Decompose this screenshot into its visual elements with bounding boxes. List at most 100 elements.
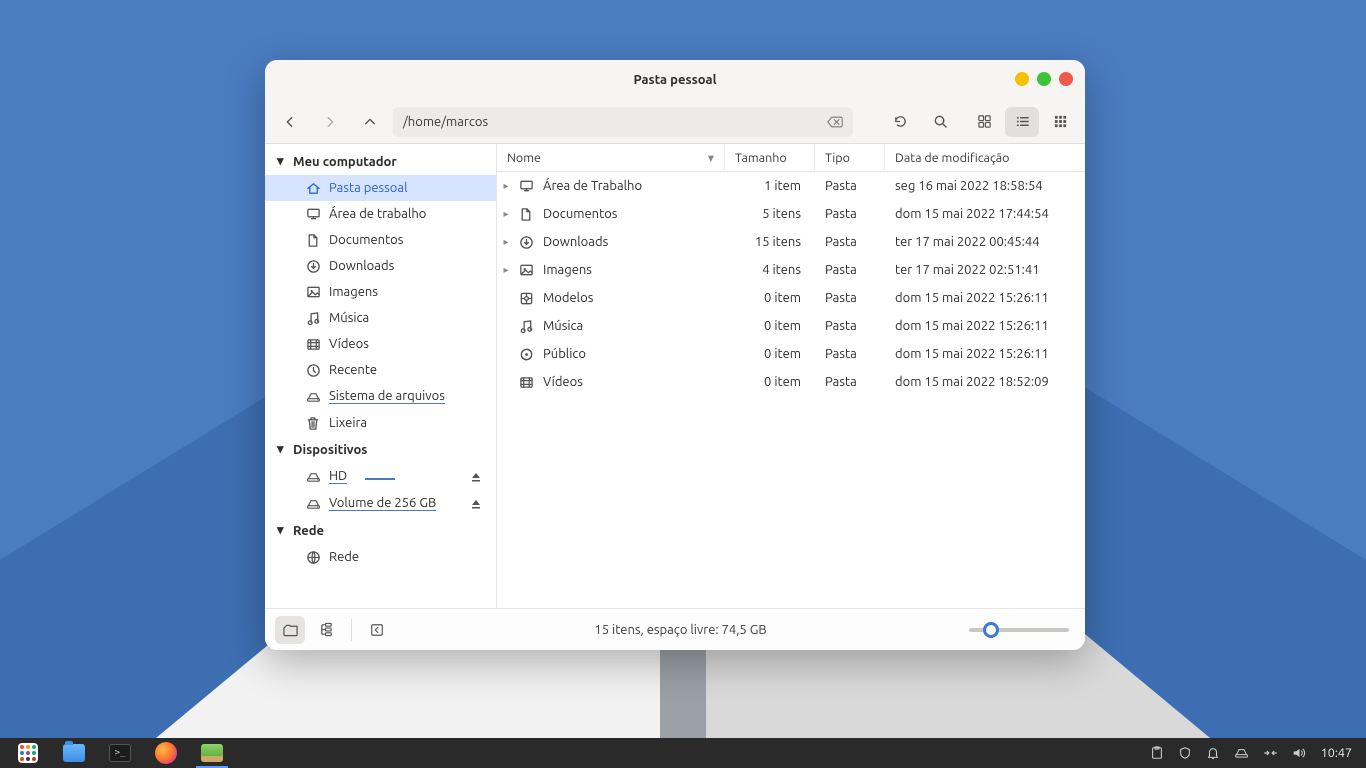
sidebar-item-music[interactable]: Música: [265, 305, 496, 331]
public-icon: [515, 347, 537, 362]
file-type: Pasta: [815, 347, 885, 361]
notifications-tray-icon[interactable]: [1206, 746, 1220, 760]
eject-icon[interactable]: [470, 498, 482, 510]
refresh-button[interactable]: [883, 107, 917, 137]
sidebar-item-label: Downloads: [329, 259, 394, 273]
file-list-pane: Nome ▾ Tamanho Tipo Data de modificação …: [497, 144, 1085, 608]
file-date: dom 15 mai 2022 15:26:11: [885, 319, 1085, 333]
taskbar-clock[interactable]: 10:47: [1321, 746, 1352, 760]
file-type: Pasta: [815, 235, 885, 249]
file-row[interactable]: Música0 itemPastadom 15 mai 2022 15:26:1…: [497, 312, 1085, 340]
music-icon: [515, 319, 537, 334]
file-type: Pasta: [815, 207, 885, 221]
column-header-date[interactable]: Data de modificação: [885, 144, 1085, 171]
applications-menu-button[interactable]: [6, 738, 50, 768]
close-button[interactable]: [1059, 72, 1073, 86]
expander-icon[interactable]: ▸: [497, 180, 515, 192]
file-size: 0 item: [725, 319, 815, 333]
sidebar-item-home[interactable]: Pasta pessoal: [265, 175, 496, 201]
sidebar-item-documents[interactable]: Documentos: [265, 227, 496, 253]
sidebar-item-videos[interactable]: Vídeos: [265, 331, 496, 357]
file-name: Público: [537, 347, 725, 361]
file-size: 0 item: [725, 375, 815, 389]
taskbar-files-button[interactable]: [52, 738, 96, 768]
tree-toggle-button[interactable]: [311, 616, 341, 644]
desktop-icon: [515, 179, 537, 193]
shield-tray-icon[interactable]: [1178, 746, 1192, 760]
videos-icon: [305, 338, 321, 351]
apps-grid-icon: [18, 743, 38, 763]
file-type: Pasta: [815, 263, 885, 277]
path-bar[interactable]: /home/marcos: [393, 107, 853, 137]
file-row[interactable]: Modelos0 itemPastadom 15 mai 2022 15:26:…: [497, 284, 1085, 312]
column-header-name[interactable]: Nome ▾: [497, 144, 725, 171]
sidebar-item-recent[interactable]: Recente: [265, 357, 496, 383]
expander-icon[interactable]: ▸: [497, 208, 515, 220]
file-row[interactable]: Público0 itemPastadom 15 mai 2022 15:26:…: [497, 340, 1085, 368]
icon-view-button[interactable]: [967, 107, 1001, 137]
titlebar[interactable]: Pasta pessoal: [265, 60, 1085, 100]
minimize-button[interactable]: [1015, 72, 1029, 86]
clipboard-tray-icon[interactable]: [1150, 746, 1164, 760]
file-row[interactable]: ▸Documentos5 itensPastadom 15 mai 2022 1…: [497, 200, 1085, 228]
window-title: Pasta pessoal: [633, 73, 716, 87]
compact-view-button[interactable]: [1043, 107, 1077, 137]
music-icon: [305, 311, 321, 326]
disk-tray-icon[interactable]: [1234, 747, 1249, 759]
taskbar-firefox-button[interactable]: [144, 738, 188, 768]
file-size: 0 item: [725, 347, 815, 361]
sidebar-device-disk[interactable]: Volume de 256 GB: [265, 490, 496, 517]
file-name: Downloads: [537, 235, 725, 249]
sidebar-item-disk[interactable]: Sistema de arquivos: [265, 383, 496, 410]
sidebar-item-label: Lixeira: [329, 416, 367, 430]
sidebar-item-desktop[interactable]: Área de trabalho: [265, 201, 496, 227]
sidebar-section-computer[interactable]: ▾ Meu computador: [265, 148, 496, 175]
zoom-slider[interactable]: [969, 628, 1069, 632]
file-date: dom 15 mai 2022 18:52:09: [885, 375, 1085, 389]
taskbar-terminal-button[interactable]: >_: [98, 738, 142, 768]
back-button[interactable]: [273, 107, 307, 137]
sidebar-device-disk[interactable]: HD: [265, 463, 496, 490]
expander-icon[interactable]: ▸: [497, 236, 515, 248]
file-date: seg 16 mai 2022 18:58:54: [885, 179, 1085, 193]
expander-icon[interactable]: ▸: [497, 264, 515, 276]
file-row[interactable]: Vídeos0 itemPastadom 15 mai 2022 18:52:0…: [497, 368, 1085, 396]
sidebar-item-trash[interactable]: Lixeira: [265, 410, 496, 436]
places-toggle-button[interactable]: [275, 616, 305, 644]
file-size: 15 itens: [725, 235, 815, 249]
taskbar-filemanager-button[interactable]: [190, 738, 234, 768]
downloads-icon: [515, 235, 537, 250]
clear-path-icon[interactable]: [827, 115, 843, 129]
sidebar-section-devices[interactable]: ▾ Dispositivos: [265, 436, 496, 463]
file-name: Área de Trabalho: [537, 179, 725, 193]
file-type: Pasta: [815, 179, 885, 193]
eject-icon[interactable]: [470, 471, 482, 483]
column-header-size[interactable]: Tamanho: [725, 144, 815, 171]
documents-icon: [515, 207, 537, 222]
sidebar-network-network[interactable]: Rede: [265, 544, 496, 570]
file-size: 1 item: [725, 179, 815, 193]
up-button[interactable]: [353, 107, 387, 137]
trash-icon: [305, 416, 321, 431]
list-view-button[interactable]: [1005, 107, 1039, 137]
sidepane-toggle-button[interactable]: [362, 616, 392, 644]
column-header-type[interactable]: Tipo: [815, 144, 885, 171]
network-tray-icon[interactable]: [1263, 747, 1278, 759]
sidebar-item-images[interactable]: Imagens: [265, 279, 496, 305]
file-row[interactable]: ▸Imagens4 itensPastater 17 mai 2022 02:5…: [497, 256, 1085, 284]
file-name: Vídeos: [537, 375, 725, 389]
toolbar: /home/marcos: [265, 100, 1085, 144]
file-type: Pasta: [815, 319, 885, 333]
volume-tray-icon[interactable]: [1292, 746, 1307, 760]
maximize-button[interactable]: [1037, 72, 1051, 86]
sidebar-item-downloads[interactable]: Downloads: [265, 253, 496, 279]
sidebar: ▾ Meu computador Pasta pessoalÁrea de tr…: [265, 144, 497, 608]
sidebar-section-network[interactable]: ▾ Rede: [265, 517, 496, 544]
home-icon: [305, 181, 321, 196]
forward-button[interactable]: [313, 107, 347, 137]
search-button[interactable]: [923, 107, 957, 137]
status-bar: 15 itens, espaço livre: 74,5 GB: [265, 608, 1085, 650]
file-row[interactable]: ▸ Área de Trabalho1 itemPastaseg 16 mai 2…: [497, 172, 1085, 200]
file-row[interactable]: ▸Downloads15 itensPastater 17 mai 2022 0…: [497, 228, 1085, 256]
file-date: dom 15 mai 2022 15:26:11: [885, 347, 1085, 361]
